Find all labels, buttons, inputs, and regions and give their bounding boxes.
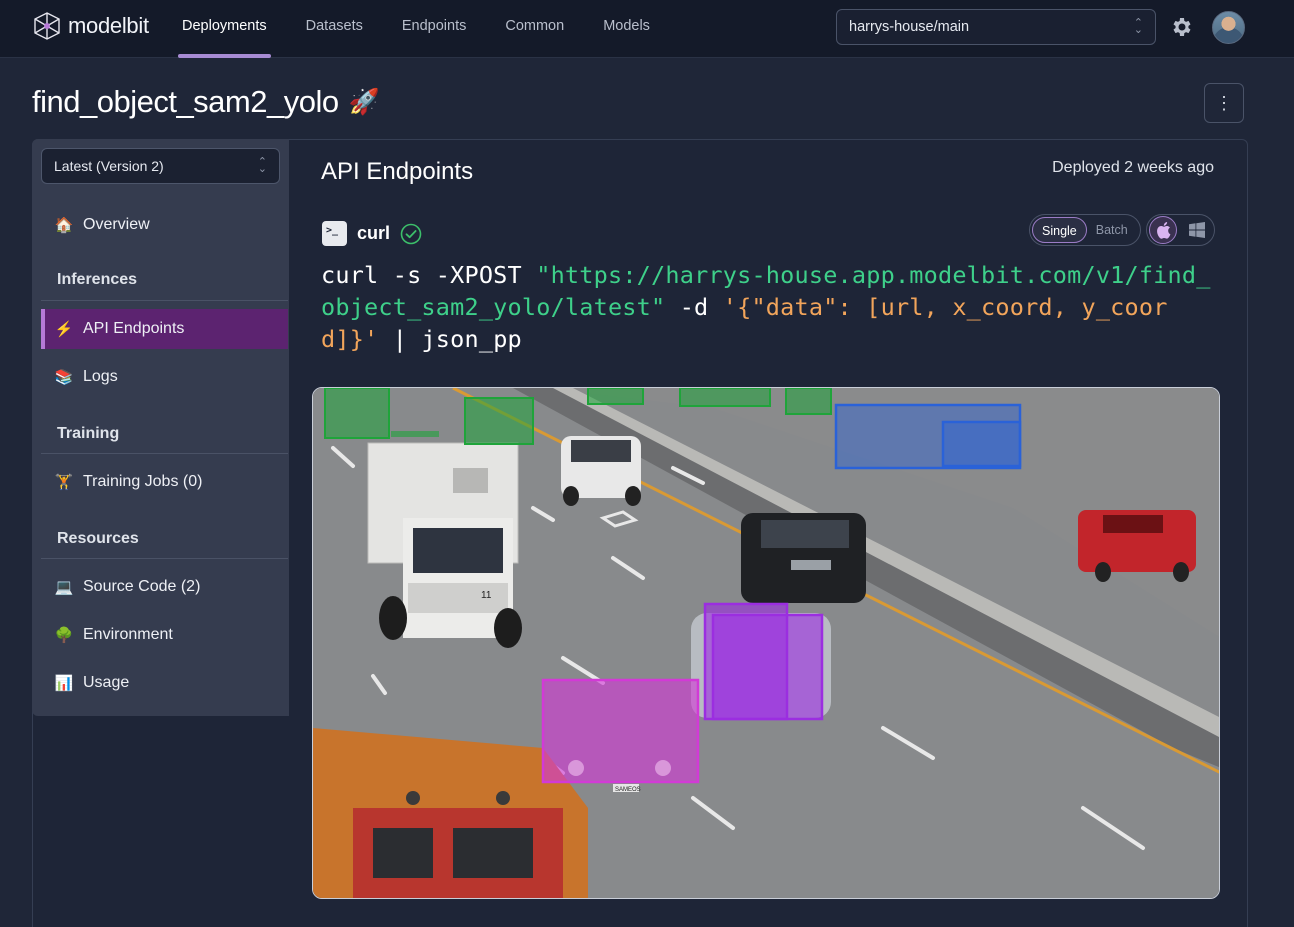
batch-mode-button[interactable]: Batch	[1087, 217, 1137, 243]
sidebar-item-label: Training Jobs (0)	[83, 473, 203, 490]
nav-tab-datasets[interactable]: Datasets	[302, 0, 367, 58]
house-icon: 🏠	[54, 217, 74, 234]
divider	[41, 300, 288, 301]
branch-select[interactable]: harrys-house/main ⌃ ⌄	[836, 9, 1156, 45]
deployment-name: find_object_sam2_yolo	[32, 84, 339, 119]
sidebar-item-label: Logs	[83, 368, 118, 385]
divider	[41, 453, 288, 454]
lightning-icon: ⚡	[54, 321, 74, 338]
nav-tab-endpoints[interactable]: Endpoints	[398, 0, 471, 58]
sidebar-section-training: Training	[57, 425, 120, 442]
sidebar-item-label: Overview	[83, 216, 150, 233]
apple-icon	[1157, 222, 1171, 239]
single-batch-toggle: Single Batch	[1029, 214, 1141, 246]
apple-os-button[interactable]	[1149, 216, 1177, 244]
plate-label: SAMEOS	[615, 787, 641, 793]
sidebar-item-api-endpoints[interactable]: ⚡ API Endpoints	[41, 309, 288, 349]
weightlifter-icon: 🏋	[54, 474, 74, 491]
client-header: curl	[322, 221, 422, 246]
user-avatar[interactable]	[1212, 11, 1245, 44]
command-suffix: | json_pp	[378, 325, 522, 353]
settings-gear-icon[interactable]	[1170, 15, 1194, 39]
client-label: curl	[357, 223, 391, 243]
command-flag: -d	[665, 293, 723, 321]
brand-name: modelbit	[68, 13, 149, 38]
sidebar-item-training-jobs[interactable]: 🏋 Training Jobs (0)	[41, 462, 288, 502]
version-select[interactable]: Latest (Version 2) ⌃ ⌄	[41, 148, 280, 184]
branch-select-value: harrys-house/main	[849, 19, 970, 35]
modelbit-cube-icon	[34, 12, 60, 40]
windows-os-button[interactable]	[1183, 216, 1211, 244]
divider	[41, 558, 288, 559]
nav-tab-common[interactable]: Common	[501, 0, 568, 58]
more-options-button[interactable]: ⋮	[1204, 83, 1244, 123]
sidebar-section-resources: Resources	[57, 530, 139, 547]
deployed-timestamp: Deployed 2 weeks ago	[1052, 159, 1214, 176]
sidebar-item-source-code[interactable]: 💻 Source Code (2)	[41, 567, 288, 607]
top-nav-bar: modelbit Deployments Datasets Endpoints …	[0, 0, 1294, 58]
os-toggle	[1146, 214, 1215, 246]
laptop-icon: 💻	[54, 579, 74, 596]
curl-command[interactable]: curl -s -XPOST "https://harrys-house.app…	[321, 259, 1211, 355]
section-title: API Endpoints	[321, 158, 474, 185]
nav-tab-models[interactable]: Models	[599, 0, 654, 58]
sidebar-item-label: API Endpoints	[83, 320, 185, 337]
sidebar-item-label: Environment	[83, 626, 173, 643]
segmentation-result-image: 11 SAMEOS	[312, 387, 1220, 899]
books-icon: 📚	[54, 369, 74, 386]
sidebar-item-environment[interactable]: 🌳 Environment	[41, 615, 288, 655]
updown-chevron-icon: ⌃ ⌄	[1133, 17, 1143, 36]
command-prefix: curl -s -XPOST	[321, 261, 537, 289]
single-mode-button[interactable]: Single	[1032, 217, 1087, 243]
sidebar-item-usage[interactable]: 📊 Usage	[41, 663, 288, 703]
highway-scene: 11 SAMEOS	[313, 388, 1219, 898]
version-select-value: Latest (Version 2)	[54, 158, 164, 174]
page-title: find_object_sam2_yolo 🚀	[32, 84, 380, 120]
check-circle-icon	[400, 223, 422, 244]
sidebar-item-label: Usage	[83, 674, 130, 691]
terminal-icon	[322, 221, 347, 246]
truck-number-label: 11	[481, 590, 492, 601]
deployment-sidebar: Latest (Version 2) ⌃ ⌄ 🏠 Overview Inferen…	[32, 139, 289, 716]
sidebar-item-label: Source Code (2)	[83, 578, 201, 595]
sidebar-item-overview[interactable]: 🏠 Overview	[41, 205, 288, 245]
windows-icon	[1189, 222, 1205, 238]
vertical-ellipsis-icon: ⋮	[1215, 92, 1233, 113]
main-nav: Deployments Datasets Endpoints Common Mo…	[178, 0, 685, 58]
nav-tab-deployments[interactable]: Deployments	[178, 0, 271, 58]
sidebar-item-logs[interactable]: 📚 Logs	[41, 357, 288, 397]
updown-chevron-icon: ⌃ ⌄	[257, 156, 267, 175]
tree-icon: 🌳	[54, 627, 74, 644]
bar-chart-icon: 📊	[54, 675, 74, 692]
sidebar-section-inferences: Inferences	[57, 271, 138, 288]
rocket-icon: 🚀	[348, 87, 380, 116]
modelbit-logo[interactable]: modelbit	[32, 11, 149, 41]
